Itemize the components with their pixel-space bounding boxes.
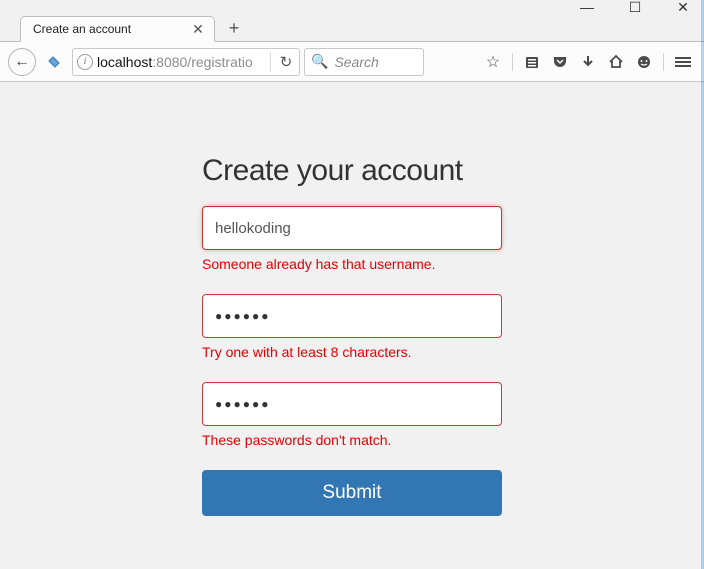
search-placeholder: Search <box>334 54 378 70</box>
back-button[interactable]: ← <box>8 48 36 76</box>
bookmark-star-icon[interactable]: ☆ <box>480 48 506 76</box>
username-value: hellokoding <box>215 220 291 237</box>
download-icon[interactable] <box>575 48 601 76</box>
divider <box>270 52 271 72</box>
registration-form: Create your account hellokoding Someone … <box>202 154 502 516</box>
page-action-icon[interactable] <box>40 48 68 76</box>
window-minimize-button[interactable]: — <box>572 0 602 16</box>
window-titlebar: — ☐ ✕ <box>0 0 704 14</box>
home-icon[interactable] <box>603 48 629 76</box>
browser-tabstrip: Create an account ✕ + <box>0 14 704 42</box>
browser-toolbar: ← i localhost :8080/registratio ↻ 🔍 Sear… <box>0 42 704 82</box>
tab-title: Create an account <box>33 22 190 36</box>
window-close-button[interactable]: ✕ <box>668 0 698 16</box>
chat-icon[interactable] <box>631 48 657 76</box>
username-field[interactable]: hellokoding <box>202 206 502 250</box>
pocket-icon[interactable] <box>547 48 573 76</box>
divider <box>512 53 513 71</box>
confirm-password-field[interactable]: ●●●●●● <box>202 382 502 426</box>
site-info-icon[interactable]: i <box>77 54 93 70</box>
library-icon[interactable] <box>519 48 545 76</box>
divider <box>663 53 664 71</box>
confirm-password-mask: ●●●●●● <box>215 397 271 411</box>
hamburger-icon <box>675 55 691 69</box>
url-bar[interactable]: i localhost :8080/registratio ↻ <box>72 48 300 76</box>
page-body: Create your account hellokoding Someone … <box>0 82 704 569</box>
submit-button[interactable]: Submit <box>202 470 502 516</box>
username-error: Someone already has that username. <box>202 256 502 272</box>
submit-label: Submit <box>322 482 381 504</box>
menu-button[interactable] <box>670 48 696 76</box>
page-title: Create your account <box>202 154 502 188</box>
search-input[interactable]: 🔍 Search <box>304 48 424 76</box>
url-host: localhost <box>97 54 152 70</box>
url-path: :8080/registratio <box>152 54 252 70</box>
search-icon: 🔍 <box>311 53 328 70</box>
new-tab-button[interactable]: + <box>221 15 247 41</box>
browser-tab-active[interactable]: Create an account ✕ <box>20 16 215 42</box>
password-field[interactable]: ●●●●●● <box>202 294 502 338</box>
confirm-password-error: These passwords don't match. <box>202 432 502 448</box>
password-error: Try one with at least 8 characters. <box>202 344 502 360</box>
tab-close-icon[interactable]: ✕ <box>190 21 206 37</box>
password-mask: ●●●●●● <box>215 309 271 323</box>
reload-icon[interactable]: ↻ <box>277 53 295 71</box>
window-maximize-button[interactable]: ☐ <box>620 0 650 16</box>
